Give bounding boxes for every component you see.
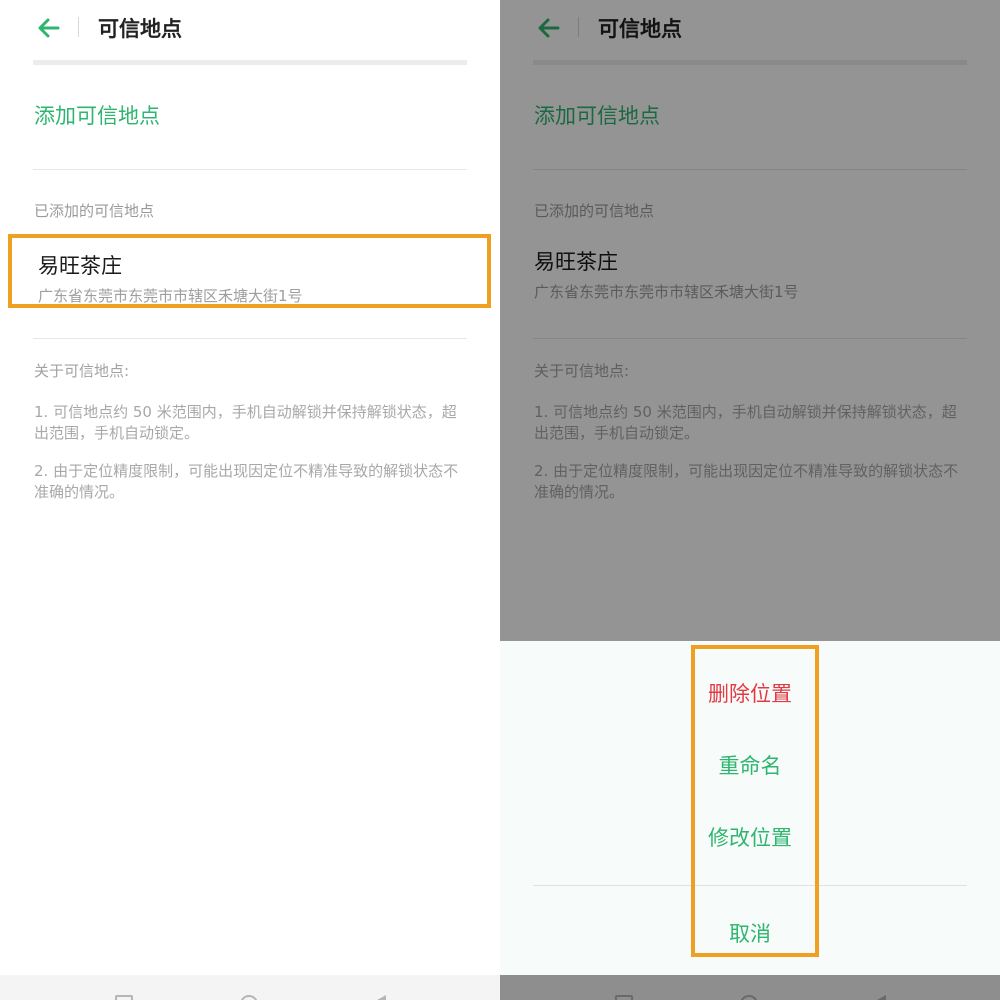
add-trusted-place-button[interactable]: 添加可信地点	[34, 100, 160, 130]
added-places-label: 已添加的可信地点	[34, 202, 155, 220]
screen-left: 可信地点 添加可信地点 已添加的可信地点 易旺茶庄 广东省东莞市东莞市市辖区禾塘…	[0, 0, 500, 1000]
nav-back-icon[interactable]	[370, 995, 386, 1000]
trusted-place-item[interactable]: 易旺茶庄 广东省东莞市东莞市市辖区禾塘大街1号	[8, 234, 491, 308]
header-separator	[78, 17, 79, 37]
back-arrow-icon[interactable]	[36, 15, 62, 41]
recent-apps-icon[interactable]	[115, 995, 133, 1000]
system-nav-bar	[0, 975, 500, 1000]
divider	[33, 338, 467, 339]
note-1: 1. 可信地点约 50 米范围内，手机自动解锁并保持解锁状态，超出范围，手机自动…	[34, 403, 457, 442]
page-title: 可信地点	[98, 17, 182, 41]
place-name: 易旺茶庄	[38, 254, 122, 278]
app-header: 可信地点	[0, 0, 500, 56]
highlight-box	[691, 645, 819, 957]
divider	[33, 169, 467, 170]
header-divider	[33, 60, 467, 65]
about-title: 关于可信地点:	[34, 362, 130, 380]
action-sheet: 删除位置 重命名 修改位置 取消	[500, 641, 1000, 975]
home-icon[interactable]	[240, 995, 258, 1000]
screen-right: 可信地点 添加可信地点 已添加的可信地点 易旺茶庄 广东省东莞市东莞市市辖区禾塘…	[500, 0, 1000, 1000]
note-2: 2. 由于定位精度限制，可能出现因定位不精准导致的解锁状态不准确的情况。	[34, 462, 459, 501]
place-address: 广东省东莞市东莞市市辖区禾塘大街1号	[38, 287, 303, 305]
